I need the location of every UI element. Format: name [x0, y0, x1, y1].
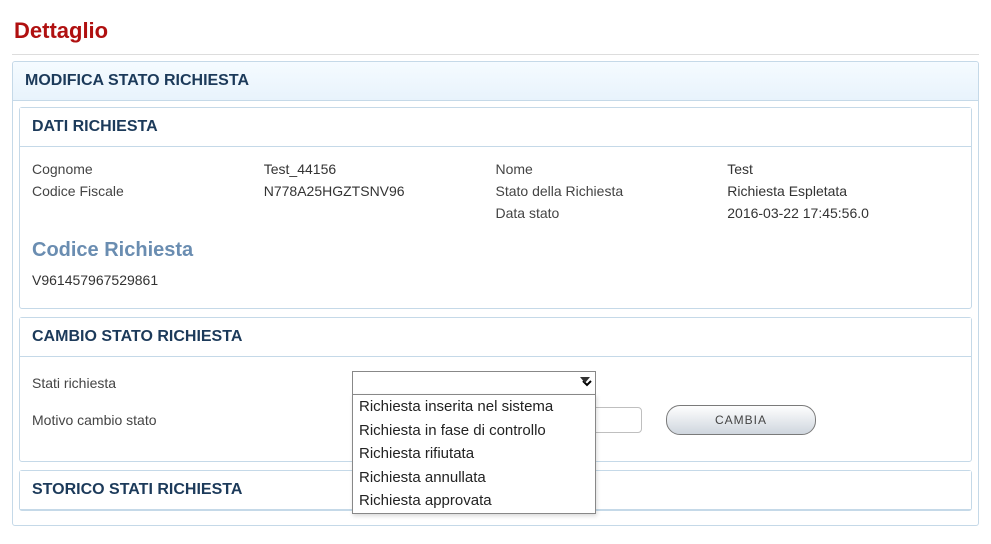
dropdown-option[interactable]: Richiesta in fase di controllo — [353, 419, 595, 443]
panel-modifica-header: MODIFICA STATO RICHIESTA — [13, 62, 978, 101]
page-title: Dettaglio — [12, 10, 979, 55]
value-codice-richiesta: V961457967529861 — [32, 272, 959, 288]
dropdown-popup-stati: Richiesta inserita nel sistema Richiesta… — [352, 394, 596, 514]
label-stato-richiesta: Stato della Richiesta — [496, 183, 728, 199]
label-motivo: Motivo cambio stato — [32, 412, 352, 428]
value-data-stato: 2016-03-22 17:45:56.0 — [727, 205, 959, 221]
select-stati-richiesta[interactable] — [352, 371, 596, 395]
dropdown-option[interactable]: Richiesta rifiutata — [353, 442, 595, 466]
dropdown-option[interactable]: Richiesta inserita nel sistema — [353, 395, 595, 419]
label-data-stato: Data stato — [496, 205, 728, 221]
dropdown-option[interactable]: Richiesta approvata — [353, 489, 595, 513]
value-cognome: Test_44156 — [264, 161, 496, 177]
dropdown-option[interactable]: Richiesta annullata — [353, 466, 595, 490]
value-nome: Test — [727, 161, 959, 177]
label-codice-fiscale: Codice Fiscale — [32, 183, 264, 199]
label-nome: Nome — [496, 161, 728, 177]
panel-dati-richiesta: DATI RICHIESTA Cognome Test_44156 Nome T… — [19, 107, 972, 309]
panel-cambio-stato: CAMBIO STATO RICHIESTA Stati richiesta R… — [19, 317, 972, 462]
panel-modifica-stato: MODIFICA STATO RICHIESTA DATI RICHIESTA … — [12, 61, 979, 526]
cambia-button[interactable]: CAMBIA — [666, 405, 816, 435]
panel-dati-header: DATI RICHIESTA — [20, 108, 971, 147]
panel-cambio-header: CAMBIO STATO RICHIESTA — [20, 318, 971, 357]
label-cognome: Cognome — [32, 161, 264, 177]
subtitle-codice-richiesta: Codice Richiesta — [32, 239, 959, 262]
value-stato-richiesta: Richiesta Espletata — [727, 183, 959, 199]
value-codice-fiscale: N778A25HGZTSNV96 — [264, 183, 496, 199]
label-stati-richiesta: Stati richiesta — [32, 375, 352, 391]
